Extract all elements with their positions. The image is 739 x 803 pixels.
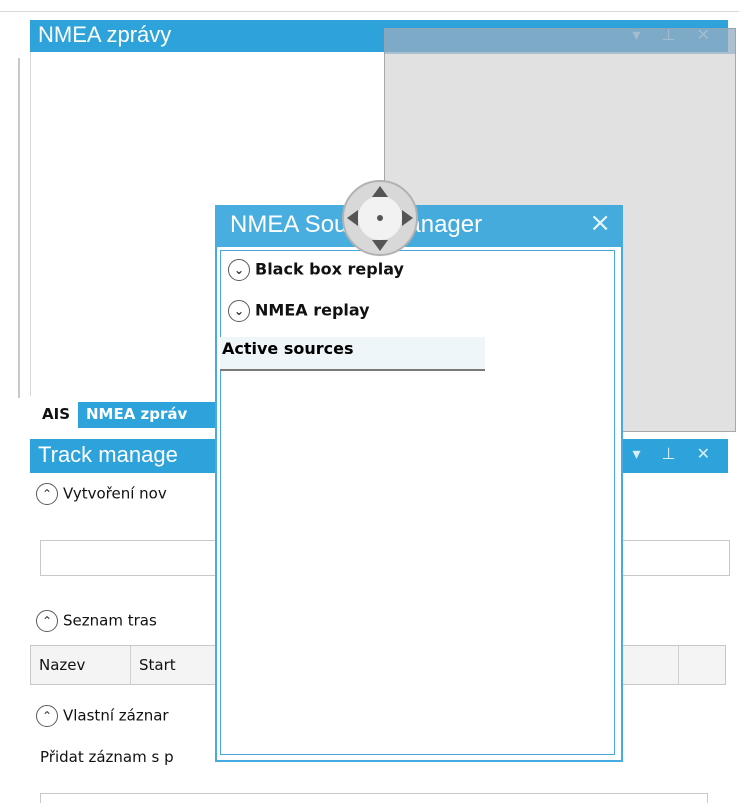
column-header-start[interactable]: Start	[131, 646, 221, 684]
tab-ais[interactable]: AIS	[34, 402, 78, 428]
section-create-track[interactable]: ⌃ Vytvoření nov	[36, 483, 167, 511]
window-top-edge	[0, 0, 739, 12]
splitter-line	[18, 58, 20, 398]
section-custom-label: Vlastní záznar	[63, 706, 169, 725]
nmea-panel-title: NMEA zprávy	[38, 22, 172, 47]
column-header-name[interactable]: Nazev	[31, 646, 131, 684]
tab-nmea[interactable]: NMEA zpráv	[78, 402, 218, 428]
section-black-box-replay[interactable]: ⌄ Black box replay	[228, 259, 404, 289]
chevron-up-icon[interactable]: ⌃	[36, 483, 58, 505]
column-header-extra[interactable]	[679, 646, 725, 684]
source-manager-header[interactable]: NMEA Source Manager ×	[215, 205, 623, 247]
track-panel-controls[interactable]: ▾ ⊥ ✕	[632, 444, 718, 463]
panel-tabstrip: AIS NMEA zpráv	[30, 398, 230, 430]
add-note-label: Přidat záznam s p	[40, 748, 174, 766]
section-track-list[interactable]: ⌃ Seznam tras	[36, 610, 157, 638]
track-panel-title: Track manage	[38, 442, 178, 467]
chevron-up-icon[interactable]: ⌃	[36, 705, 58, 727]
section-create-label: Vytvoření nov	[63, 484, 167, 503]
column-header-extra[interactable]	[641, 646, 679, 684]
black-box-replay-label: Black box replay	[255, 259, 404, 279]
dock-center-dot	[377, 215, 383, 221]
dock-preview-header	[384, 28, 736, 54]
chevron-down-icon[interactable]: ⌄	[228, 259, 250, 281]
section-list-label: Seznam tras	[63, 611, 157, 630]
section-custom-record[interactable]: ⌃ Vlastní záznar	[36, 705, 169, 733]
section-nmea-replay[interactable]: ⌄ NMEA replay	[228, 300, 370, 330]
active-sources-header: Active sources	[220, 337, 485, 371]
chevron-down-icon[interactable]: ⌄	[228, 300, 250, 322]
nmea-replay-label: NMEA replay	[255, 300, 370, 320]
note-input[interactable]	[40, 793, 708, 803]
chevron-up-icon[interactable]: ⌃	[36, 610, 58, 632]
close-icon[interactable]: ×	[589, 210, 611, 236]
